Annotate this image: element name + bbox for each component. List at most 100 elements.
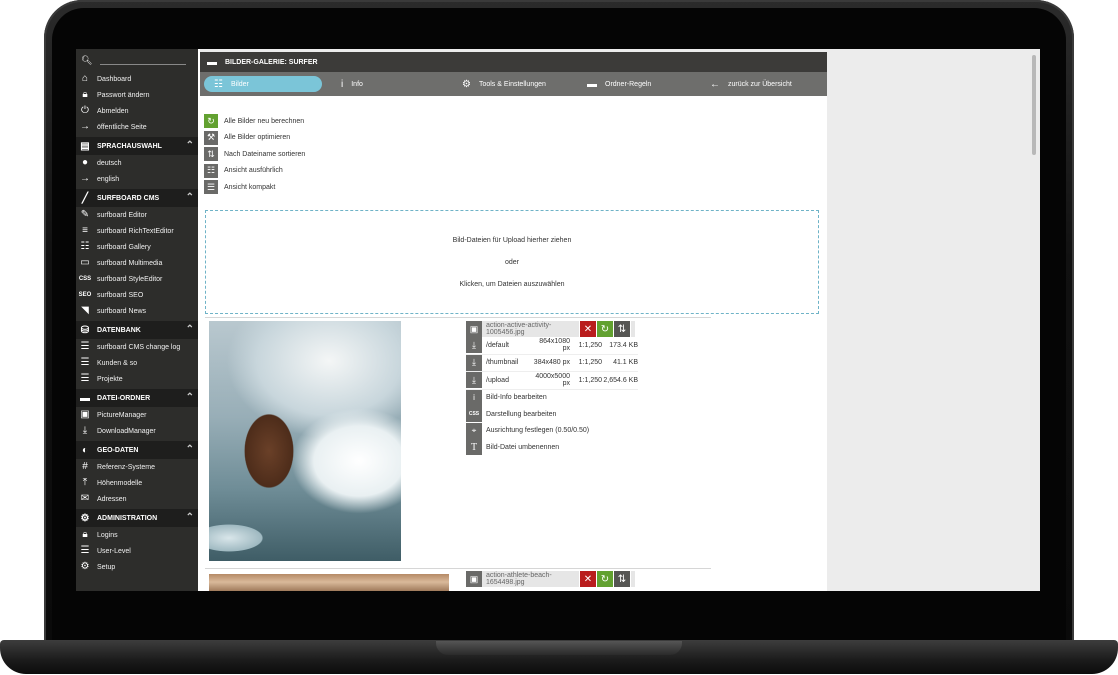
sidebar-item-label: Passwort ändern	[97, 91, 150, 99]
action-recalculate-all[interactable]: ↻ Alle Bilder neu berechnen	[204, 113, 305, 130]
tab-label: Tools & Einstellungen	[478, 80, 546, 88]
sidebar-item-adressen[interactable]: ✉ Adressen	[76, 491, 198, 507]
sidebar-item-setup[interactable]: ⚙ Setup	[76, 559, 198, 575]
monitor-icon: ▭	[80, 257, 90, 268]
sidebar-item-hoehenmodelle[interactable]: ⤒ Höhenmodelle	[76, 475, 198, 491]
sidebar-item-kunden[interactable]: ☰ Kunden & so	[76, 355, 198, 371]
crosshair-icon: ⌖	[466, 422, 482, 439]
sidebar-section-datei-ordner[interactable]: ▬ DATEI-ORDNER ⌃	[76, 389, 198, 407]
sidebar-item-logins[interactable]: 🔒︎ Logins	[76, 527, 198, 543]
sidebar-item-public-page[interactable]: → öffentliche Seite	[76, 119, 198, 135]
gallery-titlebar: ▬ BILDER-GALERIE: SURFER	[200, 52, 827, 72]
tab-info[interactable]: i Info	[341, 76, 363, 92]
option-edit-info[interactable]: i Bild-Info bearbeiten	[466, 389, 638, 407]
sidebar-item-label: Höhenmodelle	[97, 479, 143, 487]
chevron-up-icon[interactable]: ⌃	[186, 444, 194, 455]
sidebar-item-dashboard[interactable]: ⌂ Dashboard	[76, 71, 198, 87]
option-rename-file[interactable]: T Bild-Datei umbenennen	[466, 439, 638, 456]
sidebar-item-editor[interactable]: ✎ surfboard Editor	[76, 207, 198, 223]
sidebar-item-news[interactable]: ◥ surfboard News	[76, 303, 198, 319]
sidebar-section-datenbank[interactable]: ⛁ DATENBANK ⌃	[76, 321, 198, 339]
chevron-up-icon[interactable]: ⌃	[186, 512, 194, 523]
chevron-up-icon[interactable]: ⌃	[186, 140, 194, 151]
sidebar-item-downloadmanager[interactable]: ⤓ DownloadManager	[76, 423, 198, 439]
sidebar-section-geo-daten[interactable]: ◐ GEO-DATEN ⌃	[76, 441, 198, 459]
sidebar-item-logout[interactable]: ⏻ Abmelden	[76, 103, 198, 119]
tab-label: Ordner-Regeln	[605, 80, 652, 88]
sidebar-item-styleeditor[interactable]: CSS surfboard StyleEditor	[76, 271, 198, 287]
sidebar-item-label: surfboard StyleEditor	[97, 275, 163, 283]
dropzone-text: Bild-Dateien für Upload hierher ziehen	[452, 237, 572, 244]
sidebar-item-label: PictureManager	[97, 411, 147, 419]
image-details-panel: ▣ action-active-activity-1005456.jpg ✕ ↻…	[466, 321, 638, 456]
sidebar-section-administration[interactable]: ⚙ ADMINISTRATION ⌃	[76, 509, 198, 527]
arrow-left-icon: ←	[710, 78, 720, 90]
download-icon[interactable]: ⤓	[466, 337, 482, 354]
sidebar-item-multimedia[interactable]: ▭ surfboard Multimedia	[76, 255, 198, 271]
action-view-detailed[interactable]: ☷ Ansicht ausführlich	[204, 163, 305, 180]
sidebar-item-password[interactable]: 🔒︎ Passwort ändern	[76, 87, 198, 103]
version-row[interactable]: ⤓ /upload 4000x5000 px 1:1,250 2,654.6 K…	[466, 372, 638, 390]
sort-button[interactable]: ⇅	[614, 571, 630, 587]
option-edit-display[interactable]: CSS Darstellung bearbeiten	[466, 406, 638, 423]
option-label: Bild-Info bearbeiten	[486, 394, 547, 402]
action-optimize-all[interactable]: ⚒ Alle Bilder optimieren	[204, 130, 305, 147]
dropzone-text: oder	[504, 259, 519, 266]
version-row[interactable]: ⤓ /default 864x1080 px 1:1,250 173.4 KB	[466, 337, 638, 355]
chat-icon: ▤	[80, 140, 90, 152]
action-sort-by-filename[interactable]: ⇅ Nach Dateiname sortieren	[204, 146, 305, 163]
download-icon[interactable]: ⤓	[466, 354, 482, 371]
tab-bilder[interactable]: ☷ Bilder	[204, 76, 322, 92]
sidebar-item-seo[interactable]: SEO surfboard SEO	[76, 287, 198, 303]
list-icon: ☰	[80, 545, 90, 556]
option-set-alignment[interactable]: ⌖ Ausrichtung festlegen (0.50/0.50)	[466, 422, 638, 440]
tab-ordner-regeln[interactable]: ▬ Ordner-Regeln	[587, 76, 651, 92]
sidebar-item-projekte[interactable]: ☰ Projekte	[76, 371, 198, 387]
laptop-notch	[436, 641, 682, 655]
version-ratio: 1:1,250	[578, 341, 602, 349]
sidebar-item-referenz-systeme[interactable]: # Referenz-Systeme	[76, 459, 198, 475]
upload-dropzone[interactable]: Bild-Dateien für Upload hierher ziehen o…	[205, 210, 819, 314]
action-view-compact[interactable]: ☰ Ansicht kompakt	[204, 179, 305, 196]
delete-button[interactable]: ✕	[580, 571, 596, 587]
chevron-up-icon[interactable]: ⌃	[186, 392, 194, 403]
version-row[interactable]: ⤓ /thumbnail 384x480 px 1:1,250 41.1 KB	[466, 354, 638, 372]
file-header-end	[631, 571, 635, 587]
mail-icon: ✉	[80, 493, 90, 504]
version-filesize: 41.1 KB	[613, 359, 638, 367]
chevron-up-icon[interactable]: ⌃	[186, 324, 194, 335]
sidebar-item-user-level[interactable]: ☰ User-Level	[76, 543, 198, 559]
tab-label: zurück zur Übersicht	[728, 80, 792, 88]
dot-icon: ●	[81, 157, 89, 168]
sidebar-item-label: english	[97, 175, 120, 183]
sidebar-item-change-log[interactable]: ☰ surfboard CMS change log	[76, 339, 198, 355]
sidebar-item-deutsch[interactable]: ● deutsch	[76, 155, 198, 171]
tab-back-to-overview[interactable]: ← zurück zur Übersicht	[710, 76, 792, 92]
hammer-icon: ⚒	[204, 130, 218, 145]
section-title: SPRACHAUSWAHL	[97, 142, 162, 150]
tab-label: Info	[351, 80, 363, 88]
sidebar-item-english[interactable]: → english	[76, 171, 198, 187]
refresh-button[interactable]: ↻	[597, 321, 613, 337]
download-icon[interactable]: ⤓	[466, 372, 482, 389]
sidebar-section-surfboard-cms[interactable]: ╱ SURFBOARD CMS ⌃	[76, 189, 198, 207]
tab-tools[interactable]: ⚙ Tools & Einstellungen	[462, 76, 546, 92]
sort-button[interactable]: ⇅	[614, 321, 630, 337]
sidebar-item-label: surfboard CMS change log	[97, 343, 181, 351]
sidebar-section-language[interactable]: ▤ SPRACHAUSWAHL ⌃	[76, 137, 198, 155]
chevron-up-icon[interactable]: ⌃	[186, 192, 194, 203]
scrollbar[interactable]	[1032, 55, 1036, 155]
hash-icon: #	[82, 461, 88, 472]
image-thumbnail[interactable]	[209, 574, 449, 591]
section-title: GEO-DATEN	[97, 446, 139, 454]
sidebar-item-gallery[interactable]: ☷ surfboard Gallery	[76, 239, 198, 255]
search-input[interactable]	[100, 56, 186, 65]
lock-icon: 🔒︎	[82, 89, 88, 100]
delete-button[interactable]: ✕	[580, 321, 596, 337]
sidebar-item-richtexteditor[interactable]: ≡ surfboard RichTextEditor	[76, 223, 198, 239]
sidebar-search[interactable]: 🔍︎	[76, 49, 198, 71]
sidebar-item-picturemanager[interactable]: ▣ PictureManager	[76, 407, 198, 423]
refresh-button[interactable]: ↻	[597, 571, 613, 587]
action-label: Ansicht kompakt	[224, 183, 276, 191]
version-name: /thumbnail	[486, 359, 519, 367]
